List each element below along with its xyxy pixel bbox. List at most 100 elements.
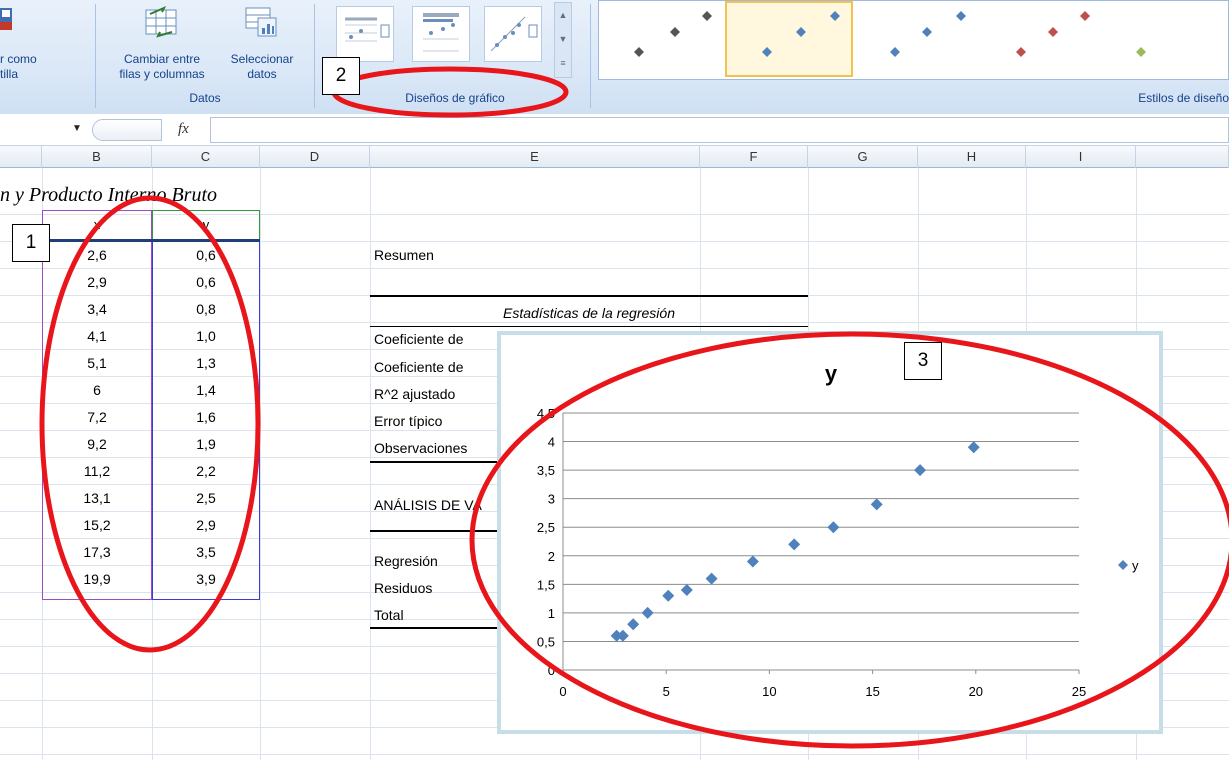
data-point: [705, 572, 718, 585]
stats-rule-top: [370, 295, 808, 297]
header-x[interactable]: x: [42, 212, 152, 238]
table-cell-y[interactable]: 1,6: [152, 404, 260, 430]
select-data-icon[interactable]: [244, 4, 280, 38]
select-data-label-2: datos: [247, 67, 277, 81]
table-cell-y[interactable]: 3,9: [152, 566, 260, 592]
formula-input[interactable]: [210, 117, 1229, 143]
table-cell-x[interactable]: 5,1: [42, 350, 152, 376]
table-cell-x[interactable]: 11,2: [42, 458, 152, 484]
chart-style-2-selected[interactable]: [725, 1, 853, 77]
table-cell-x[interactable]: 9,2: [42, 431, 152, 457]
data-point: [827, 521, 840, 534]
column-header-h[interactable]: H: [918, 146, 1026, 168]
table-cell-y[interactable]: 0,8: [152, 296, 260, 322]
table-cell-x[interactable]: 4,1: [42, 323, 152, 349]
cancel-formula-button[interactable]: [92, 119, 162, 141]
table-cell-y[interactable]: 2,5: [152, 485, 260, 511]
anova-row-residuos[interactable]: Residuos: [374, 575, 499, 601]
scroll-down-icon[interactable]: ▼: [555, 27, 571, 51]
scatter-chart[interactable]: y 0 0,5 1 1,5 2 2,5 3 3,5 4 4,5 0 5 10 15 20 25 y: [497, 331, 1163, 734]
name-box-dropdown-icon[interactable]: ▼: [72, 123, 82, 134]
anova-row-total[interactable]: Total: [374, 602, 499, 628]
select-data-label-1: Seleccionar: [230, 52, 294, 66]
chart-title: y: [825, 361, 838, 386]
column-header-j[interactable]: [1136, 146, 1229, 168]
anova-rule-bottom: [370, 627, 500, 629]
formula-bar: ▼ fx: [0, 114, 1229, 146]
table-cell-y[interactable]: 1,4: [152, 377, 260, 403]
stats-label-3[interactable]: R^2 ajustado: [374, 381, 499, 407]
stats-label-1[interactable]: Coeficiente de: [374, 326, 504, 352]
layouts-scroll[interactable]: ▲ ▼ ≡: [554, 2, 572, 78]
save-template-icon[interactable]: [0, 4, 16, 34]
chart-styles-gallery: [598, 0, 1229, 80]
table-cell-y[interactable]: 1,0: [152, 323, 260, 349]
chart-layout-1[interactable]: [336, 6, 394, 62]
column-header-g[interactable]: G: [808, 146, 918, 168]
column-headers: B C D E F G H I: [0, 146, 1229, 168]
table-cell-y[interactable]: 2,2: [152, 458, 260, 484]
chart-style-5[interactable]: [1111, 1, 1228, 77]
table-cell-x[interactable]: 7,2: [42, 404, 152, 430]
column-header-c[interactable]: C: [152, 146, 260, 168]
data-point: [788, 538, 801, 551]
anova-row-regresion[interactable]: Regresión: [374, 548, 499, 574]
select-data-button[interactable]: Seleccionar datos: [220, 52, 304, 82]
scroll-up-icon[interactable]: ▲: [555, 3, 571, 27]
y-tick-label: 0: [548, 663, 555, 678]
chart-style-1[interactable]: [599, 1, 721, 77]
table-cell-x[interactable]: 2,6: [42, 242, 152, 268]
stats-title: Estadísticas de la regresión: [503, 305, 675, 321]
ribbon: r como tilla Cambiar entre filas y colum…: [0, 0, 1229, 114]
data-point: [746, 555, 759, 568]
table-cell-y[interactable]: 3,5: [152, 539, 260, 565]
header-y[interactable]: y: [152, 212, 260, 238]
sheet-title: n y Producto Interno Bruto: [0, 184, 218, 206]
data-point: [616, 629, 629, 642]
table-cell-x[interactable]: 19,9: [42, 566, 152, 592]
more-icon[interactable]: ≡: [555, 51, 571, 75]
group-label-styles: Estilos de diseño: [1138, 91, 1229, 105]
chart-svg: y 0 0,5 1 1,5 2 2,5 3 3,5 4 4,5 0 5 10 15 20 25 y: [537, 361, 1139, 699]
chart-style-3[interactable]: [857, 1, 979, 77]
save-template-label-2: tilla: [0, 67, 19, 81]
table-cell-x[interactable]: 2,9: [42, 269, 152, 295]
x-tick-label: 25: [1072, 684, 1086, 699]
y-tick-label: 1: [548, 606, 555, 621]
y-tick-label: 0,5: [537, 634, 555, 649]
callout-2: 2: [322, 57, 360, 95]
table-cell-y[interactable]: 2,9: [152, 512, 260, 538]
stats-label-2[interactable]: Coeficiente de: [374, 354, 499, 380]
column-header-i[interactable]: I: [1026, 146, 1136, 168]
chart-style-4[interactable]: [983, 1, 1107, 77]
summary-resumen[interactable]: Resumen: [374, 242, 674, 268]
save-template-label-1: r como: [0, 52, 37, 66]
column-header-a[interactable]: [0, 146, 42, 168]
table-cell-y[interactable]: 1,9: [152, 431, 260, 457]
group-label-data: Datos: [189, 91, 221, 105]
y-tick-label: 3,5: [537, 463, 555, 478]
table-cell-x[interactable]: 6: [42, 377, 152, 403]
stats-label-5[interactable]: Observaciones: [374, 435, 499, 461]
table-cell-y[interactable]: 0,6: [152, 269, 260, 295]
chart-layout-2[interactable]: [412, 6, 470, 62]
chart-layout-3[interactable]: [484, 6, 542, 62]
y-tick-label: 4: [548, 435, 555, 450]
table-cell-x[interactable]: 3,4: [42, 296, 152, 322]
table-cell-x[interactable]: 13,1: [42, 485, 152, 511]
table-cell-y[interactable]: 1,3: [152, 350, 260, 376]
stats-label-4[interactable]: Error típico: [374, 408, 499, 434]
column-header-d[interactable]: D: [260, 146, 370, 168]
column-header-b[interactable]: B: [42, 146, 152, 168]
switch-row-column-icon[interactable]: [142, 4, 182, 38]
y-tick-label: 2,5: [537, 520, 555, 535]
anova-title[interactable]: ANÁLISIS DE VA: [374, 492, 499, 518]
table-cell-x[interactable]: 17,3: [42, 539, 152, 565]
column-header-f[interactable]: F: [700, 146, 808, 168]
table-cell-x[interactable]: 15,2: [42, 512, 152, 538]
column-header-e[interactable]: E: [370, 146, 700, 168]
table-cell-y[interactable]: 0,6: [152, 242, 260, 268]
save-as-template-button[interactable]: r como tilla: [0, 52, 54, 82]
switch-row-column-button[interactable]: Cambiar entre filas y columnas: [102, 52, 222, 82]
fx-button[interactable]: fx: [178, 121, 189, 138]
